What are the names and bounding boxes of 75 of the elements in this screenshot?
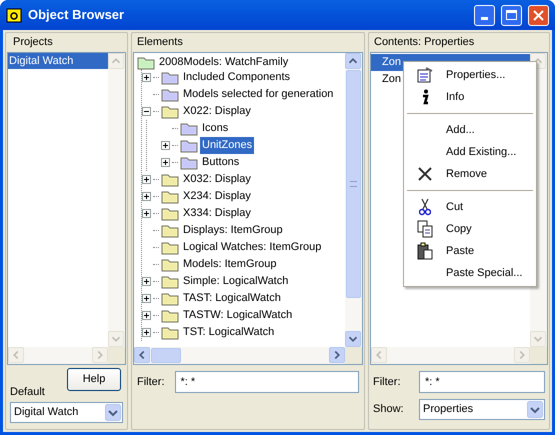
tree-item[interactable]: 2008Models: WatchFamily <box>157 54 290 71</box>
tree-item[interactable]: TAST: LogicalWatch <box>181 290 283 307</box>
tree-item[interactable]: Logical Watches: ItemGroup <box>181 239 324 256</box>
menu-item[interactable]: Remove <box>404 163 536 185</box>
tree-item[interactable]: UnitZones <box>200 137 254 154</box>
scroll-up-button[interactable] <box>345 53 361 69</box>
tree-item[interactable]: TST: LogicalWatch <box>181 324 276 341</box>
app-icon <box>6 7 22 23</box>
tree-item[interactable]: Models: ItemGroup <box>181 256 279 273</box>
collapse-toggle[interactable] <box>142 107 151 116</box>
scissors-icon <box>419 198 431 216</box>
expand-toggle[interactable] <box>161 141 170 150</box>
tree-item[interactable]: X234: Display <box>181 188 253 205</box>
tree-item[interactable]: X032: Display <box>181 171 253 188</box>
expand-toggle[interactable] <box>142 311 151 320</box>
scroll-right-button[interactable] <box>329 347 345 363</box>
tree-item[interactable]: Simple: LogicalWatch <box>181 273 290 290</box>
scrollbar-corner <box>108 347 125 364</box>
info-icon <box>420 89 430 105</box>
tree-item[interactable]: TASTW: LogicalWatch <box>181 307 294 324</box>
menu-item[interactable]: Add Existing... <box>404 141 536 163</box>
maximize-icon <box>506 10 517 20</box>
menu-item[interactable]: Paste <box>404 240 536 262</box>
tree-item[interactable]: Models selected for generation <box>181 86 336 103</box>
window-title: Object Browser <box>28 6 126 24</box>
expand-toggle[interactable] <box>142 294 151 303</box>
maximize-button[interactable] <box>501 4 522 26</box>
tree-item[interactable]: X022: Display <box>181 103 253 120</box>
expand-toggle[interactable] <box>142 175 151 184</box>
default-label: Default <box>10 385 45 400</box>
menu-item[interactable]: Properties... <box>404 64 536 86</box>
menu-item[interactable]: Info <box>404 86 536 108</box>
copy-icon <box>417 220 433 238</box>
clipboard-icon <box>417 242 433 260</box>
tree-item[interactable]: X334: Display <box>181 205 253 222</box>
scrollbar-corner <box>530 347 547 364</box>
menu-item[interactable]: Add... <box>404 119 536 141</box>
list-item[interactable]: Digital Watch <box>8 53 108 69</box>
close-icon <box>533 10 544 20</box>
column-header: Elements <box>136 35 184 50</box>
close-button[interactable] <box>528 4 549 26</box>
column-header: Contents: Properties <box>373 35 476 50</box>
filter-label: Filter: <box>137 374 164 390</box>
scroll-down-button[interactable] <box>345 331 361 347</box>
properties-icon <box>417 67 433 83</box>
minimize-icon <box>481 16 488 20</box>
default-dropdown[interactable]: Digital Watch <box>10 402 123 422</box>
tree-item[interactable]: Buttons <box>200 154 242 171</box>
show-dropdown[interactable]: Properties <box>419 399 545 420</box>
scroll-left-button[interactable] <box>134 347 150 363</box>
column-header: Projects <box>12 35 54 50</box>
filter-field[interactable]: *: * <box>174 371 359 393</box>
menu-item[interactable]: Paste Special... <box>404 262 536 284</box>
menu-item[interactable]: Cut <box>404 196 536 218</box>
scroll-thumb[interactable] <box>151 348 181 363</box>
filter-label: Filter: <box>373 374 402 390</box>
vertical-scrollbar[interactable] <box>345 53 362 347</box>
filter-field[interactable]: *: * <box>419 371 545 393</box>
expand-toggle[interactable] <box>142 73 151 82</box>
tree-item[interactable]: Displays: ItemGroup <box>181 222 285 239</box>
expand-toggle[interactable] <box>142 209 151 218</box>
minimize-button[interactable] <box>474 4 495 26</box>
expand-toggle[interactable] <box>142 328 151 337</box>
expand-toggle[interactable] <box>142 277 151 286</box>
expand-toggle[interactable] <box>161 158 170 167</box>
tree-item[interactable]: Icons <box>200 120 230 137</box>
tree-item[interactable]: Included Components <box>181 69 292 86</box>
expand-toggle[interactable] <box>142 192 151 201</box>
help-button[interactable]: Help <box>67 368 121 391</box>
horizontal-scrollbar[interactable] <box>134 347 362 364</box>
scrollbar-corner <box>345 347 362 364</box>
scroll-thumb[interactable] <box>346 70 361 298</box>
menu-item[interactable]: Copy <box>404 218 536 240</box>
show-label: Show: <box>373 402 405 418</box>
close-icon <box>417 166 433 182</box>
